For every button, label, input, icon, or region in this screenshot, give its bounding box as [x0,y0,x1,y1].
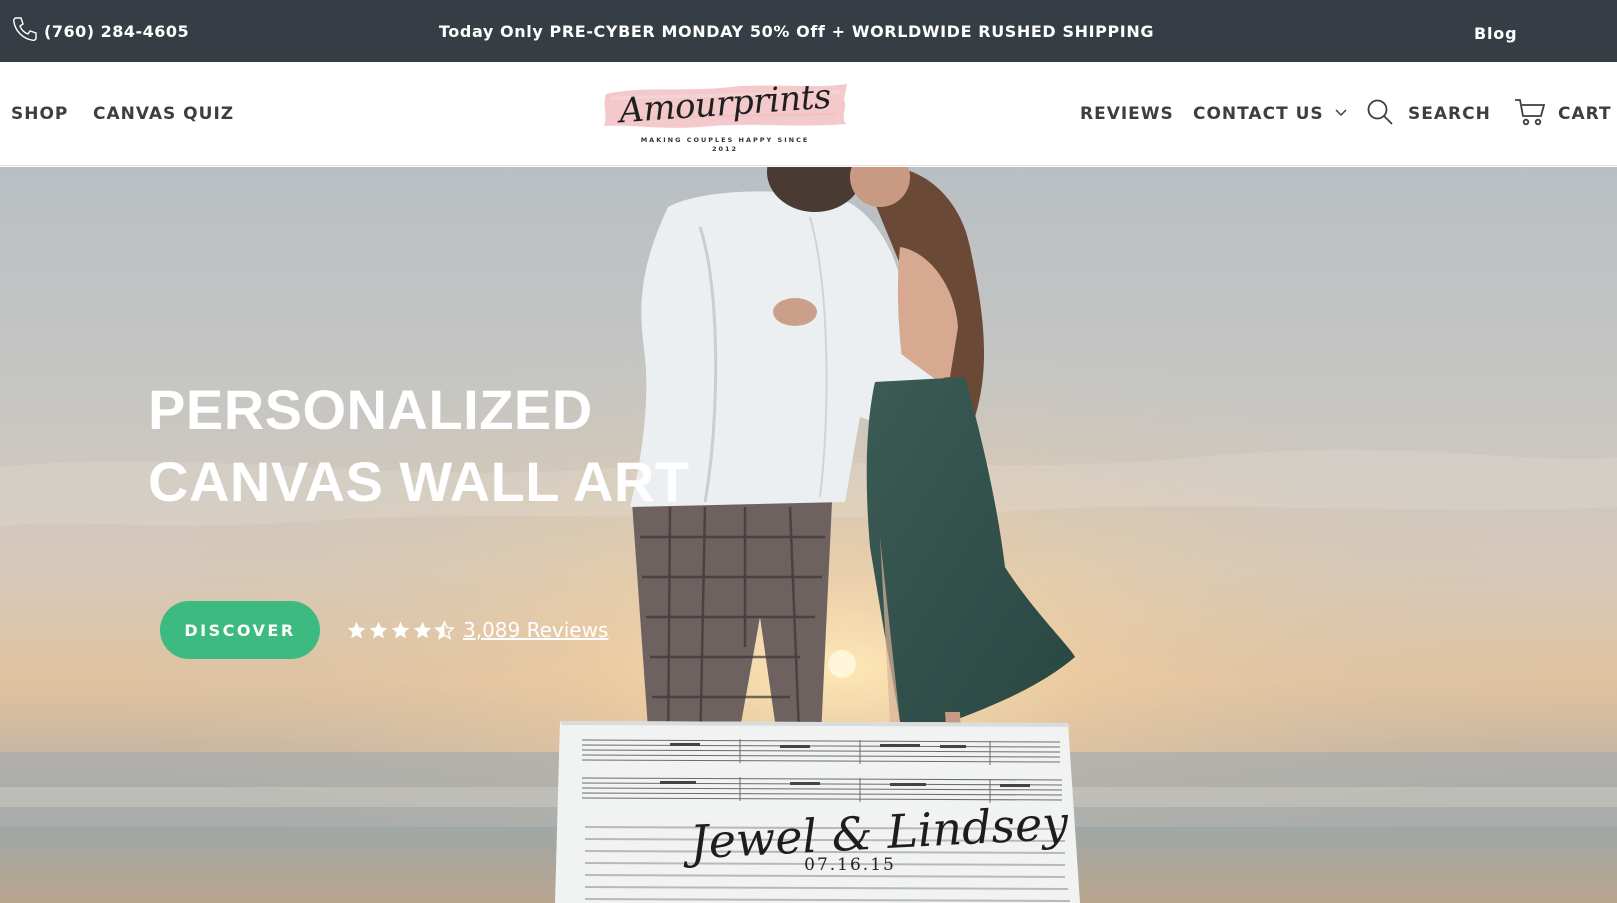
nav-shop[interactable]: SHOP [11,62,68,166]
nav-contact-label: CONTACT US [1193,104,1324,124]
star-icon [413,621,432,638]
site-logo[interactable]: Amourprints MAKING COUPLES HAPPY SINCE 2… [598,74,852,156]
nav-contact-us[interactable]: CONTACT US [1193,62,1348,166]
nav-reviews[interactable]: REVIEWS [1080,62,1174,166]
hero-title-line-1: PERSONALIZED [148,378,593,441]
hero-title: PERSONALIZED CANVAS WALL ART [148,374,690,518]
phone-link[interactable]: (760) 284-4605 [10,0,189,62]
canvas-sign-date: 07.16.15 [804,855,896,875]
discover-button[interactable]: DISCOVER [160,601,320,659]
cart-icon [1514,97,1546,132]
reviews-rating[interactable]: 3,089 Reviews [346,601,608,659]
promo-text: Today Only PRE-CYBER MONDAY 50% Off + WO… [438,21,1155,41]
phone-icon [10,14,40,48]
search-icon [1366,98,1394,131]
star-icon [391,621,410,638]
star-icon [347,621,366,638]
nav-cart[interactable]: CART [1514,62,1612,166]
site-header: SHOP CANVAS QUIZ Amourprints MAKING COUP… [0,62,1617,166]
reviews-count: 3,089 Reviews [463,618,609,642]
phone-number: (760) 284-4605 [44,21,190,41]
star-half-icon [434,619,455,640]
announcement-bar: (760) 284-4605 Today Only PRE-CYBER MOND… [0,0,1617,62]
promo-message: Today Only PRE-CYBER MONDAY 50% Off + WO… [0,0,1617,62]
logo-tagline: MAKING COUPLES HAPPY SINCE 2012 [598,136,852,154]
hero-title-line-2: CANVAS WALL ART [148,450,690,513]
logo-tagline-text: MAKING COUPLES HAPPY SINCE [640,136,810,144]
nav-cart-label: CART [1558,104,1612,124]
blog-link[interactable]: Blog [1474,0,1517,66]
hero-photo-couple-beach-sunset [0,167,1617,903]
chevron-down-icon [1334,104,1348,124]
nav-search[interactable]: SEARCH [1366,62,1491,166]
hero-banner: Jewel & Lindsey 07.16.15 PERSONALIZED CA… [0,167,1617,903]
nav-search-label: SEARCH [1408,104,1491,124]
nav-canvas-quiz[interactable]: CANVAS QUIZ [93,62,234,166]
logo-tagline-year: 2012 [711,145,739,153]
star-rating [346,619,455,641]
star-icon [369,621,388,638]
